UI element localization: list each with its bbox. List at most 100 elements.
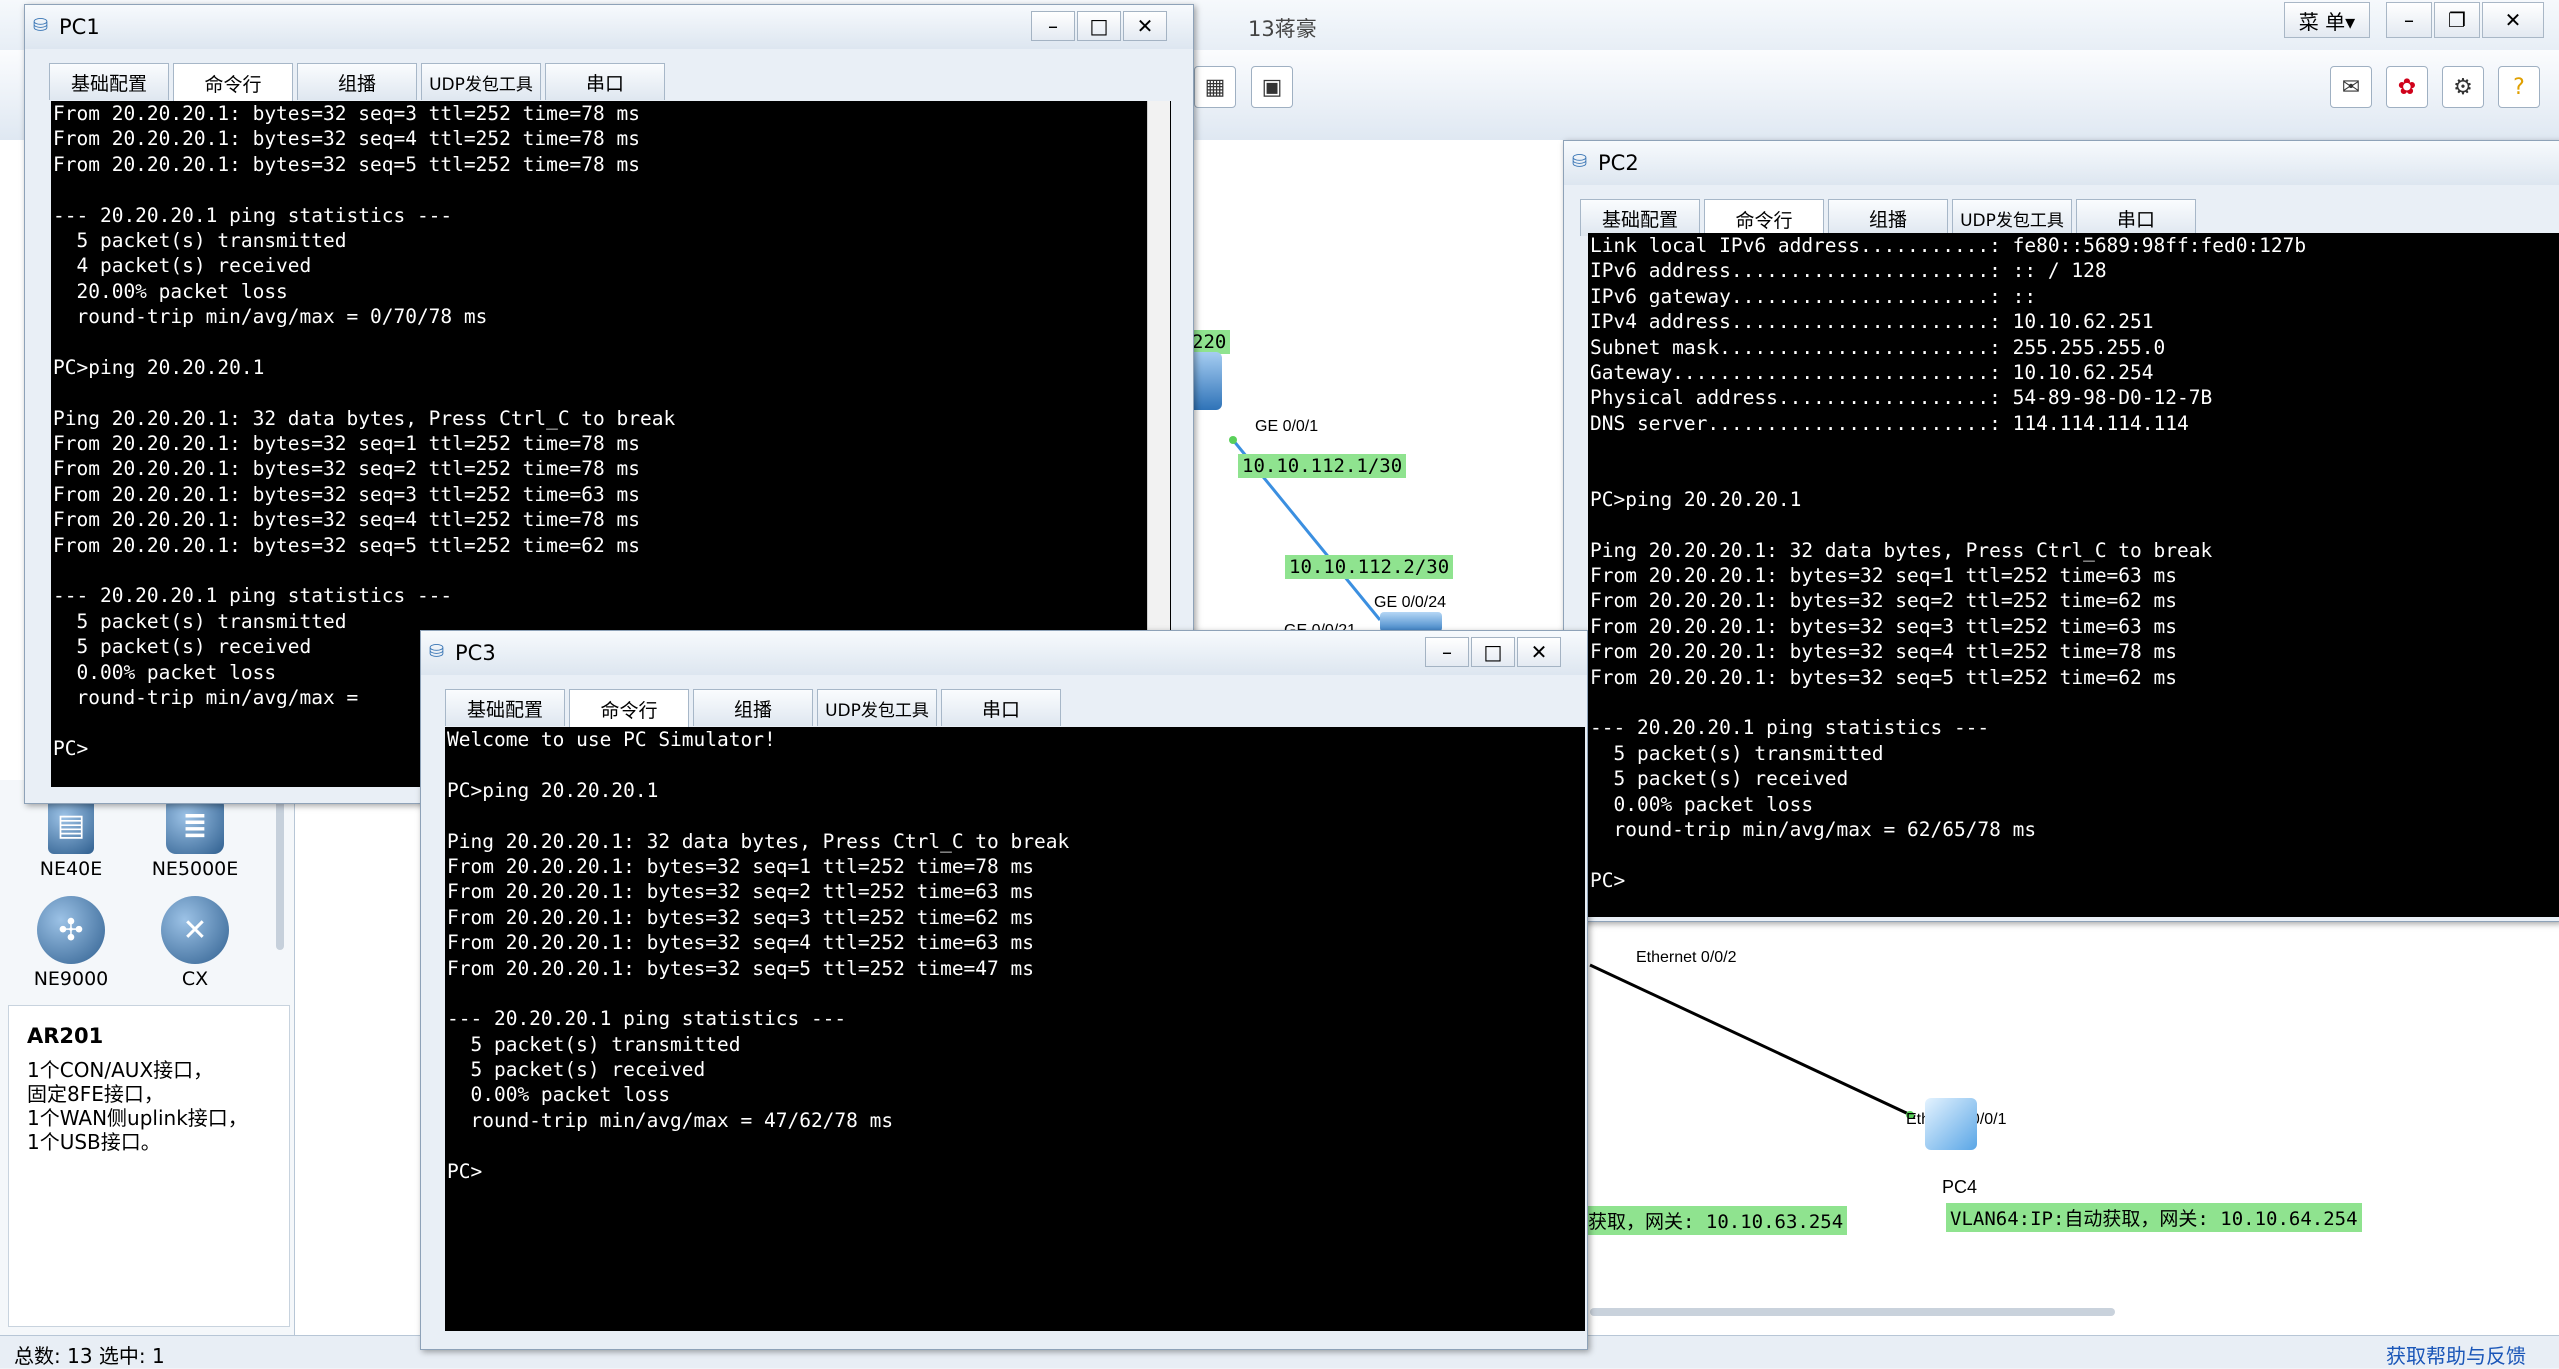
device-desc-line: 固定8FE接口， xyxy=(27,1082,164,1106)
device-desc-title: AR201 xyxy=(27,1024,104,1048)
device-panel-scrollbar[interactable] xyxy=(276,790,284,950)
terminal-line: From 20.20.20.1: bytes=32 seq=4 ttl=252 … xyxy=(447,931,1034,955)
tab-basic-config[interactable]: 基础配置 xyxy=(1580,199,1700,236)
terminal-line: IPv6 gateway......................: :: xyxy=(1590,284,2037,308)
pc3-window[interactable]: ⛁ PC3 – □ ✕ 基础配置 命令行 组播 UDP发包工具 串口 Welco… xyxy=(420,630,1588,1350)
terminal-line: From 20.20.20.1: bytes=32 seq=4 ttl=252 … xyxy=(53,127,640,151)
terminal-line: From 20.20.20.1: bytes=32 seq=4 ttl=252 … xyxy=(53,508,640,532)
terminal-line: IPv4 address......................: 10.1… xyxy=(1590,310,2154,334)
ne5000e-icon: ≣ xyxy=(166,796,224,854)
pc1-minimize-button[interactable]: – xyxy=(1031,11,1075,41)
terminal-line: From 20.20.20.1: bytes=32 seq=1 ttl=252 … xyxy=(1590,564,2177,588)
label-220: 220 xyxy=(1188,330,1231,354)
tab-command-line[interactable]: 命令行 xyxy=(569,689,689,728)
ip-label-b: 10.10.112.2/30 xyxy=(1285,555,1454,579)
terminal-line: DNS server........................: 114.… xyxy=(1590,411,2189,435)
device-ne9000[interactable]: ✣ NE9000 xyxy=(6,896,136,994)
pc1-maximize-button[interactable]: □ xyxy=(1077,11,1121,41)
terminal-line: Welcome to use PC Simulator! xyxy=(447,728,776,751)
terminal-line: IPv6 address......................: :: /… xyxy=(1590,259,2107,283)
terminal-line: From 20.20.20.1: bytes=32 seq=3 ttl=252 … xyxy=(53,482,640,506)
pc2-titlebar[interactable]: ⛁ PC2 xyxy=(1564,141,2559,185)
terminal-line: round-trip min/avg/max = 0/70/78 ms xyxy=(53,305,488,329)
terminal-line: Link local IPv6 address...........: fe80… xyxy=(1590,234,2307,257)
pc3-terminal[interactable]: Welcome to use PC Simulator! PC>ping 20.2… xyxy=(445,727,1585,1331)
status-count: 总数: 13 选中: 1 xyxy=(14,1344,165,1368)
port-ge001: GE 0/0/1 xyxy=(1255,418,1319,435)
terminal-line: From 20.20.20.1: bytes=32 seq=2 ttl=252 … xyxy=(1590,589,2177,613)
pc2-terminal[interactable]: Link local IPv6 address...........: fe80… xyxy=(1588,233,2559,917)
pc2-window[interactable]: ⛁ PC2 基础配置 命令行 组播 UDP发包工具 串口 Link local … xyxy=(1563,140,2559,922)
terminal-line: From 20.20.20.1: bytes=32 seq=3 ttl=252 … xyxy=(447,905,1034,929)
tab-udp-tool[interactable]: UDP发包工具 xyxy=(421,63,541,100)
pc3-titlebar[interactable]: ⛁ PC3 – □ ✕ xyxy=(421,631,1587,675)
terminal-line: 4 packet(s) received xyxy=(53,254,312,278)
link-switch-pc4 xyxy=(1589,963,1916,1119)
pc1-titlebar[interactable]: ⛁ PC1 – □ ✕ xyxy=(25,5,1193,49)
terminal-line: 5 packet(s) transmitted xyxy=(447,1032,741,1056)
tab-serial[interactable]: 串口 xyxy=(545,63,665,100)
terminal-line: 5 packet(s) transmitted xyxy=(1590,741,1884,765)
terminal-line: PC> xyxy=(1590,868,1626,892)
pc-window-icon: ⛁ xyxy=(429,641,445,662)
device-description: AR201 1个CON/AUX接口， 固定8FE接口， 1个WAN侧uplink… xyxy=(8,1005,290,1327)
port-dot-ge001 xyxy=(1229,436,1237,444)
terminal-line: From 20.20.20.1: bytes=32 seq=5 ttl=252 … xyxy=(53,152,640,176)
device-ne5000e[interactable]: ≣ NE5000E xyxy=(130,796,260,880)
tab-serial[interactable]: 串口 xyxy=(941,689,1061,726)
terminal-line: Ping 20.20.20.1: 32 data bytes, Press Ct… xyxy=(1590,538,2213,562)
terminal-line: From 20.20.20.1: bytes=32 seq=1 ttl=252 … xyxy=(447,854,1034,878)
terminal-line: From 20.20.20.1: bytes=32 seq=4 ttl=252 … xyxy=(1590,640,2177,664)
tab-multicast[interactable]: 组播 xyxy=(1828,199,1948,236)
canvas-hscrollbar[interactable] xyxy=(1590,1308,2115,1316)
terminal-line: round-trip min/avg/max = 62/65/78 ms xyxy=(1590,817,2037,841)
terminal-line: Ping 20.20.20.1: 32 data bytes, Press Ct… xyxy=(53,406,676,430)
tab-udp-tool[interactable]: UDP发包工具 xyxy=(817,689,937,726)
terminal-line: Ping 20.20.20.1: 32 data bytes, Press Ct… xyxy=(447,829,1070,853)
tab-serial[interactable]: 串口 xyxy=(2076,199,2196,236)
terminal-line: From 20.20.20.1: bytes=32 seq=3 ttl=252 … xyxy=(1590,614,2177,638)
pc3-maximize-button[interactable]: □ xyxy=(1471,637,1515,667)
pc1-close-button[interactable]: ✕ xyxy=(1123,11,1167,41)
pc1-title: PC1 xyxy=(59,15,100,39)
pc2-title: PC2 xyxy=(1598,151,1639,175)
ne9000-icon: ✣ xyxy=(37,896,105,964)
help-feedback-link[interactable]: 获取帮助与反馈 xyxy=(2386,1340,2526,1369)
terminal-line: 0.00% packet loss xyxy=(1590,792,1814,816)
pc3-title: PC3 xyxy=(455,641,496,665)
tab-basic-config[interactable]: 基础配置 xyxy=(445,689,565,726)
terminal-line: 5 packet(s) transmitted xyxy=(53,228,347,252)
tab-multicast[interactable]: 组播 xyxy=(693,689,813,726)
terminal-line: 0.00% packet loss xyxy=(447,1083,671,1107)
terminal-line: From 20.20.20.1: bytes=32 seq=2 ttl=252 … xyxy=(447,880,1034,904)
terminal-line: From 20.20.20.1: bytes=32 seq=5 ttl=252 … xyxy=(447,956,1034,980)
tab-udp-tool[interactable]: UDP发包工具 xyxy=(1952,199,2072,236)
cx-icon: ✕ xyxy=(161,896,229,964)
tab-multicast[interactable]: 组播 xyxy=(297,63,417,100)
tab-basic-config[interactable]: 基础配置 xyxy=(49,63,169,100)
pc3-minimize-button[interactable]: – xyxy=(1425,637,1469,667)
terminal-line: Subnet mask.......................: 255.… xyxy=(1590,335,2166,359)
terminal-line: PC>ping 20.20.20.1 xyxy=(1590,487,1802,511)
terminal-line: From 20.20.20.1: bytes=32 seq=2 ttl=252 … xyxy=(53,457,640,481)
tab-command-line[interactable]: 命令行 xyxy=(173,63,293,102)
port-eth002: Ethernet 0/0/2 xyxy=(1636,949,1737,966)
device-ne40e[interactable]: ▤ NE40E xyxy=(6,796,136,880)
ne40e-icon: ▤ xyxy=(48,796,94,854)
pc3-close-button[interactable]: ✕ xyxy=(1517,637,1561,667)
switch-icon[interactable] xyxy=(1380,612,1442,632)
pc4-icon[interactable] xyxy=(1925,1098,1977,1150)
device-cx[interactable]: ✕ CX xyxy=(130,896,260,994)
terminal-line: --- 20.20.20.1 ping statistics --- xyxy=(447,1007,847,1031)
vlan63-label: 获取，网关: 10.10.63.254 xyxy=(1584,1206,1848,1235)
